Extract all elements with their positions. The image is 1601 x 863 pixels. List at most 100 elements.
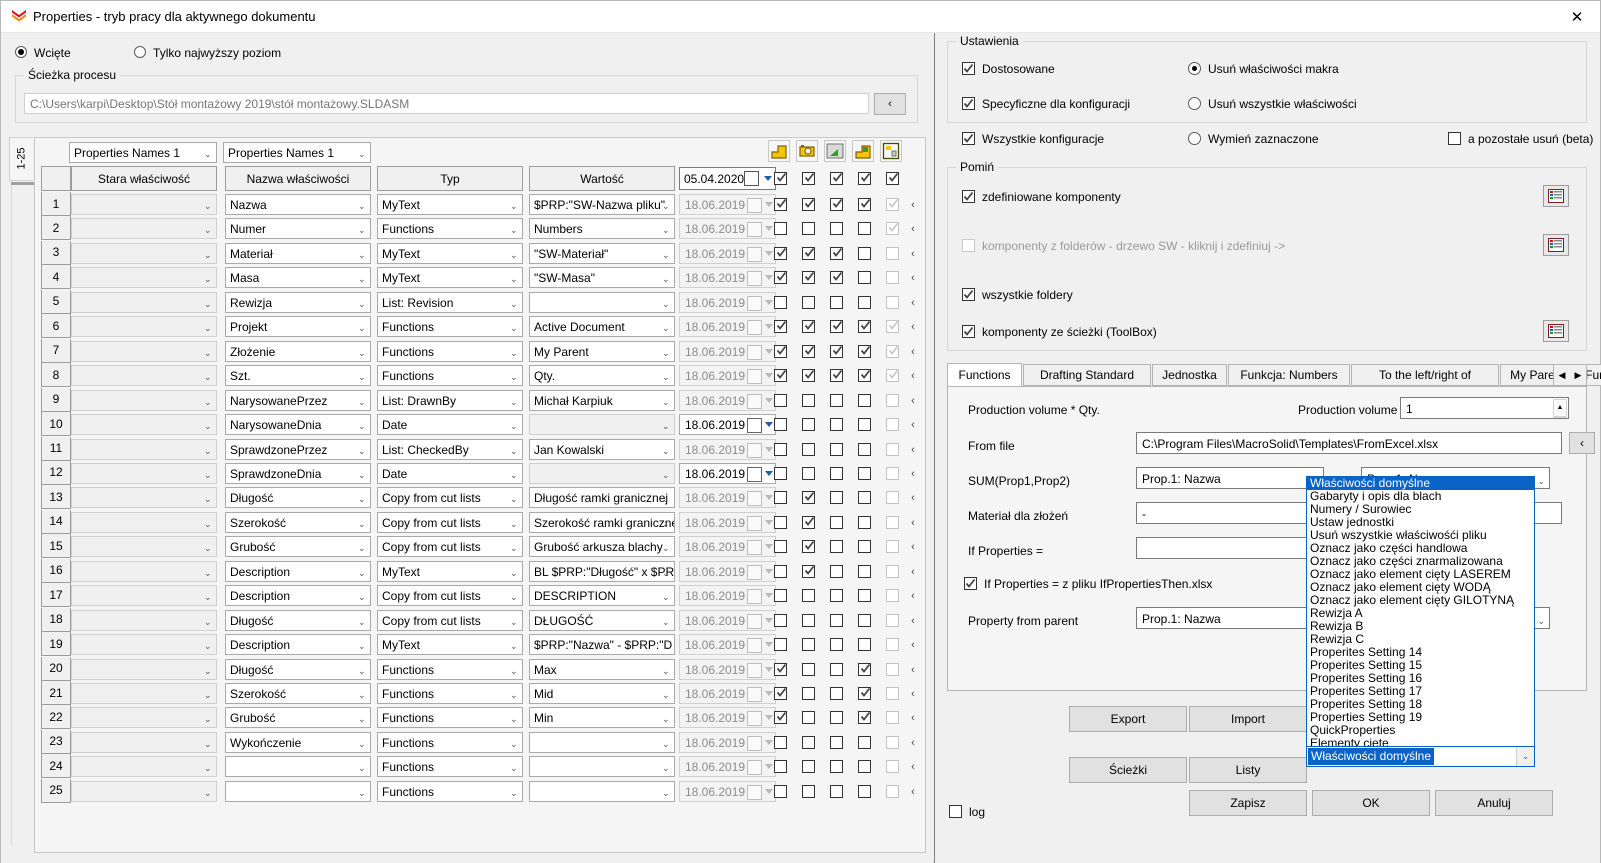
row-checkbox-col-4[interactable] xyxy=(858,466,871,480)
cell-property-name[interactable]: ⌄ xyxy=(225,780,371,802)
row-expand-arrow[interactable]: ‹ xyxy=(907,562,919,582)
tab-funkcja-numbers[interactable]: Funkcja: Numbers xyxy=(1228,364,1350,386)
row-checkbox-col-2[interactable] xyxy=(802,418,815,432)
header-checkbox-col-1[interactable] xyxy=(774,172,787,185)
calendar-icon[interactable] xyxy=(747,418,762,434)
if-properties-input[interactable] xyxy=(1136,537,1324,559)
cell-property-name[interactable]: Rewizja ⌄ xyxy=(225,291,371,313)
row-expand-arrow[interactable]: ‹ xyxy=(907,440,919,460)
preset-combo-right[interactable]: Properties Names 1 ⌄ xyxy=(223,142,371,163)
check-skip-folder-components[interactable]: komponenty z folderów - drzewo SW - klik… xyxy=(962,239,1285,253)
cell-value[interactable]: Długość ramki granicznej ⌄ xyxy=(529,487,675,509)
calendar-icon[interactable] xyxy=(747,466,762,482)
row-checkbox-col-3[interactable] xyxy=(830,198,843,211)
row-number[interactable]: 3 xyxy=(41,240,71,265)
row-expand-arrow[interactable]: ‹ xyxy=(907,537,919,557)
cell-value[interactable]: Qty. ⌄ xyxy=(529,365,675,387)
stepper-up-icon[interactable]: ▲ xyxy=(1553,399,1567,417)
cell-type[interactable]: MyText ⌄ xyxy=(377,634,523,656)
row-number[interactable]: 20 xyxy=(41,656,71,681)
chevron-down-icon[interactable] xyxy=(765,764,773,770)
row-checkbox-col-1[interactable] xyxy=(774,442,787,456)
check-remove-rest-beta[interactable]: a pozostałe usuń (beta) xyxy=(1448,132,1593,146)
cell-type[interactable]: Functions ⌄ xyxy=(377,756,523,778)
row-checkbox-col-5[interactable] xyxy=(886,369,899,383)
cell-property-name[interactable]: Projekt ⌄ xyxy=(225,316,371,338)
cell-type[interactable]: MyText ⌄ xyxy=(377,267,523,289)
check-if-properties-file[interactable]: If Properties = z pliku IfPropertiesThen… xyxy=(964,577,1212,591)
row-checkbox-col-3[interactable] xyxy=(830,442,843,456)
cell-value[interactable]: "SW-Materiał" ⌄ xyxy=(529,242,675,264)
row-checkbox-col-2[interactable] xyxy=(802,271,815,285)
row-expand-arrow[interactable]: ‹ xyxy=(907,635,919,655)
row-checkbox-col-1[interactable] xyxy=(774,222,787,236)
row-number[interactable]: 5 xyxy=(41,289,71,314)
chevron-down-icon[interactable] xyxy=(765,299,773,305)
cell-old-property[interactable]: ⌄ xyxy=(71,414,217,436)
cell-date[interactable]: 18.06.2019 xyxy=(679,683,776,704)
row-checkbox-col-5[interactable] xyxy=(886,687,899,700)
calendar-icon[interactable] xyxy=(747,638,762,654)
cell-value[interactable]: ⌄ xyxy=(529,414,675,436)
row-checkbox-col-2[interactable] xyxy=(802,344,815,358)
row-checkbox-col-1[interactable] xyxy=(774,246,787,260)
cell-property-name[interactable]: NarysowanePrzez ⌄ xyxy=(225,389,371,411)
cell-type[interactable]: Functions ⌄ xyxy=(377,365,523,387)
cell-value[interactable]: Szerokość ramki graniczne ⌄ xyxy=(529,511,675,533)
row-checkbox-col-3[interactable] xyxy=(830,687,843,700)
cell-old-property[interactable]: ⌄ xyxy=(71,194,217,215)
row-checkbox-col-4[interactable] xyxy=(858,442,871,456)
check-skip-defined-components[interactable]: zdefiniowane komponenty xyxy=(962,190,1121,204)
row-checkbox-col-2[interactable] xyxy=(802,564,815,578)
cell-value[interactable]: $PRP:"SW-Nazwa pliku" ⌄ xyxy=(529,194,675,215)
row-checkbox-col-3[interactable] xyxy=(830,613,843,627)
check-log[interactable]: log xyxy=(949,805,985,819)
row-checkbox-col-4[interactable] xyxy=(858,760,871,774)
chevron-down-icon[interactable] xyxy=(765,202,773,207)
cell-type[interactable]: Functions ⌄ xyxy=(377,683,523,704)
row-number[interactable]: 23 xyxy=(41,729,71,754)
row-checkbox-col-4[interactable] xyxy=(858,613,871,627)
chevron-down-icon[interactable] xyxy=(765,593,773,599)
row-checkbox-col-2[interactable] xyxy=(802,222,815,236)
row-checkbox-col-1[interactable] xyxy=(774,393,787,407)
row-checkbox-col-5[interactable] xyxy=(886,320,899,334)
cell-old-property[interactable]: ⌄ xyxy=(71,560,217,582)
cell-property-name[interactable]: Description ⌄ xyxy=(225,634,371,656)
cell-old-property[interactable]: ⌄ xyxy=(71,316,217,338)
cell-property-name[interactable]: ⌄ xyxy=(225,756,371,778)
cell-old-property[interactable]: ⌄ xyxy=(71,365,217,387)
row-expand-arrow[interactable]: ‹ xyxy=(907,415,919,435)
define-components-button[interactable] xyxy=(1543,185,1569,207)
row-checkbox-col-5[interactable] xyxy=(886,589,899,603)
cell-value[interactable]: Min ⌄ xyxy=(529,707,675,729)
chevron-down-icon[interactable] xyxy=(765,568,773,574)
radio-remove-all-props[interactable]: Usuń wszystkie właściwości xyxy=(1188,97,1357,111)
row-checkbox-col-4[interactable] xyxy=(858,418,871,432)
row-number[interactable]: 24 xyxy=(41,754,71,779)
cell-old-property[interactable]: ⌄ xyxy=(71,242,217,264)
cell-date[interactable]: 18.06.2019 xyxy=(679,560,776,582)
row-expand-arrow[interactable]: ‹ xyxy=(907,513,919,533)
calendar-icon[interactable] xyxy=(747,295,762,311)
cell-date[interactable]: 18.06.2019 xyxy=(679,511,776,533)
row-number[interactable]: 7 xyxy=(41,338,71,363)
cell-value[interactable]: Michał Karpiuk ⌄ xyxy=(529,389,675,411)
chevron-down-icon[interactable] xyxy=(765,397,773,403)
cell-property-name[interactable]: Długość ⌄ xyxy=(225,487,371,509)
tab-scroll-buttons[interactable]: ◀ ▶ xyxy=(1553,364,1587,386)
radio-top-level-only[interactable]: Tylko najwyższy poziom xyxy=(134,45,281,61)
row-checkbox-col-1[interactable] xyxy=(774,540,787,554)
presets-dropdown-list[interactable]: Właściwości domyślne Gabaryty i opis dla … xyxy=(1306,476,1535,756)
cell-type[interactable]: Functions ⌄ xyxy=(377,707,523,729)
calendar-icon[interactable] xyxy=(747,613,762,629)
row-checkbox-col-4[interactable] xyxy=(858,784,871,798)
row-checkbox-col-4[interactable] xyxy=(858,491,871,505)
row-checkbox-col-5[interactable] xyxy=(886,760,899,774)
header-checkbox-col-2[interactable] xyxy=(802,172,815,185)
row-number[interactable]: 21 xyxy=(41,681,71,705)
cell-value[interactable]: BL $PRP:"Długość" x $PR ⌄ xyxy=(529,560,675,582)
tab-scroll-left-icon[interactable]: ◀ xyxy=(1559,370,1566,381)
cell-value[interactable]: ⌄ xyxy=(529,731,675,753)
row-number[interactable]: 11 xyxy=(41,436,71,461)
